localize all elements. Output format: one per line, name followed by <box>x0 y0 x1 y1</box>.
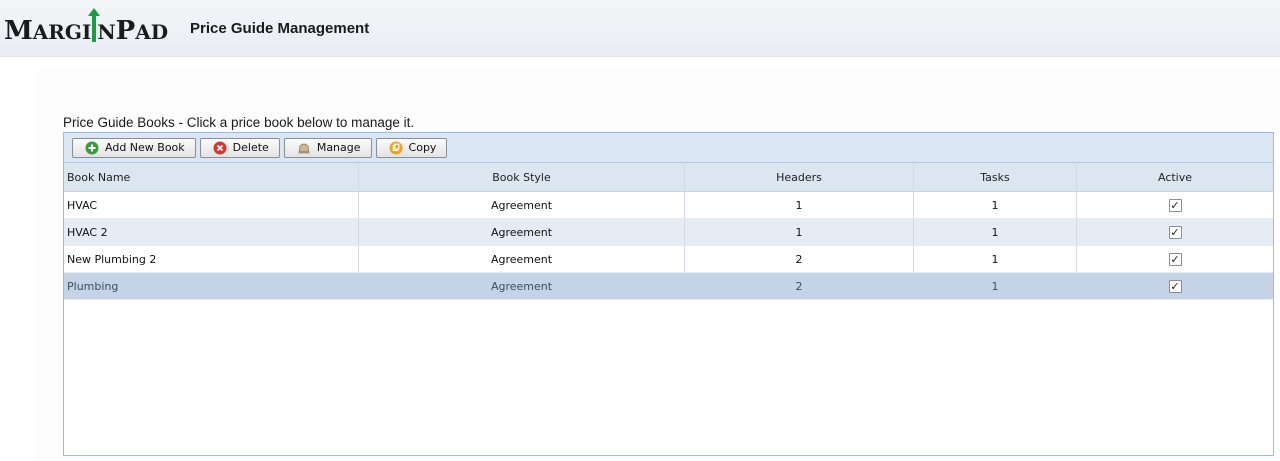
active-cell: ✓ <box>1077 246 1273 272</box>
copy-button[interactable]: Copy <box>375 137 448 158</box>
book-name-cell: New Plumbing 2 <box>64 246 359 272</box>
column-header-active[interactable]: Active <box>1077 163 1273 191</box>
book-name-cell: Plumbing <box>64 273 359 299</box>
copy-icon <box>389 141 403 155</box>
active-cell: ✓ <box>1077 273 1273 299</box>
headers-cell: 1 <box>685 192 914 218</box>
logo-text-argi: ARGI <box>32 20 92 44</box>
book-style-cell: Agreement <box>359 219 685 245</box>
manage-button[interactable]: Manage <box>283 137 372 158</box>
active-checkbox[interactable]: ✓ <box>1168 225 1182 239</box>
manage-icon <box>297 141 311 155</box>
grid-toolbar: Add New Book Delete Manage Copy <box>64 133 1273 163</box>
delete-button[interactable]: Delete <box>199 137 280 158</box>
delete-icon <box>213 141 227 155</box>
table-row[interactable]: HVAC Agreement 1 1 ✓ <box>64 192 1273 219</box>
book-style-cell: Agreement <box>359 246 685 272</box>
column-header-book-name[interactable]: Book Name <box>64 163 359 191</box>
table-row[interactable]: HVAC 2 Agreement 1 1 ✓ <box>64 219 1273 246</box>
table-row-selected[interactable]: Plumbing Agreement 2 1 ✓ <box>64 273 1273 300</box>
headers-cell: 2 <box>685 273 914 299</box>
active-checkbox[interactable]: ✓ <box>1168 198 1182 212</box>
page-title: Price Guide Management <box>190 20 370 37</box>
add-icon <box>85 141 99 155</box>
logo-text-ad: AD <box>135 20 169 44</box>
logo-text-m: M <box>4 16 33 46</box>
table-row[interactable]: New Plumbing 2 Agreement 2 1 ✓ <box>64 246 1273 273</box>
headers-cell: 1 <box>685 219 914 245</box>
marginpad-logo[interactable]: MARGI NPAD <box>4 8 169 54</box>
delete-label: Delete <box>232 141 269 154</box>
add-new-book-label: Add New Book <box>105 141 185 154</box>
book-style-cell: Agreement <box>359 192 685 218</box>
headers-cell: 2 <box>685 246 914 272</box>
manage-label: Manage <box>316 141 361 154</box>
grid-column-headers: Book Name Book Style Headers Tasks Activ… <box>64 163 1273 192</box>
active-checkbox[interactable]: ✓ <box>1168 252 1182 266</box>
logo-text-p: P <box>115 16 136 46</box>
book-style-cell: Agreement <box>359 273 685 299</box>
book-name-cell: HVAC 2 <box>64 219 359 245</box>
active-checkbox[interactable]: ✓ <box>1168 279 1182 293</box>
active-cell: ✓ <box>1077 219 1273 245</box>
copy-label: Copy <box>408 141 437 154</box>
tasks-cell: 1 <box>914 273 1077 299</box>
price-books-grid: Add New Book Delete Manage Copy Book Nam… <box>63 132 1274 456</box>
tasks-cell: 1 <box>914 246 1077 272</box>
column-header-headers[interactable]: Headers <box>685 163 914 191</box>
active-cell: ✓ <box>1077 192 1273 218</box>
book-name-cell: HVAC <box>64 192 359 218</box>
column-header-tasks[interactable]: Tasks <box>914 163 1077 191</box>
grid-caption: Price Guide Books - Click a price book b… <box>63 115 415 130</box>
tasks-cell: 1 <box>914 192 1077 218</box>
column-header-book-style[interactable]: Book Style <box>359 163 685 191</box>
logo-arrow-icon <box>88 8 101 42</box>
add-new-book-button[interactable]: Add New Book <box>72 137 196 158</box>
logo-text-n: N <box>97 20 116 44</box>
tasks-cell: 1 <box>914 219 1077 245</box>
top-bar: MARGI NPAD Price Guide Management <box>0 0 1280 57</box>
